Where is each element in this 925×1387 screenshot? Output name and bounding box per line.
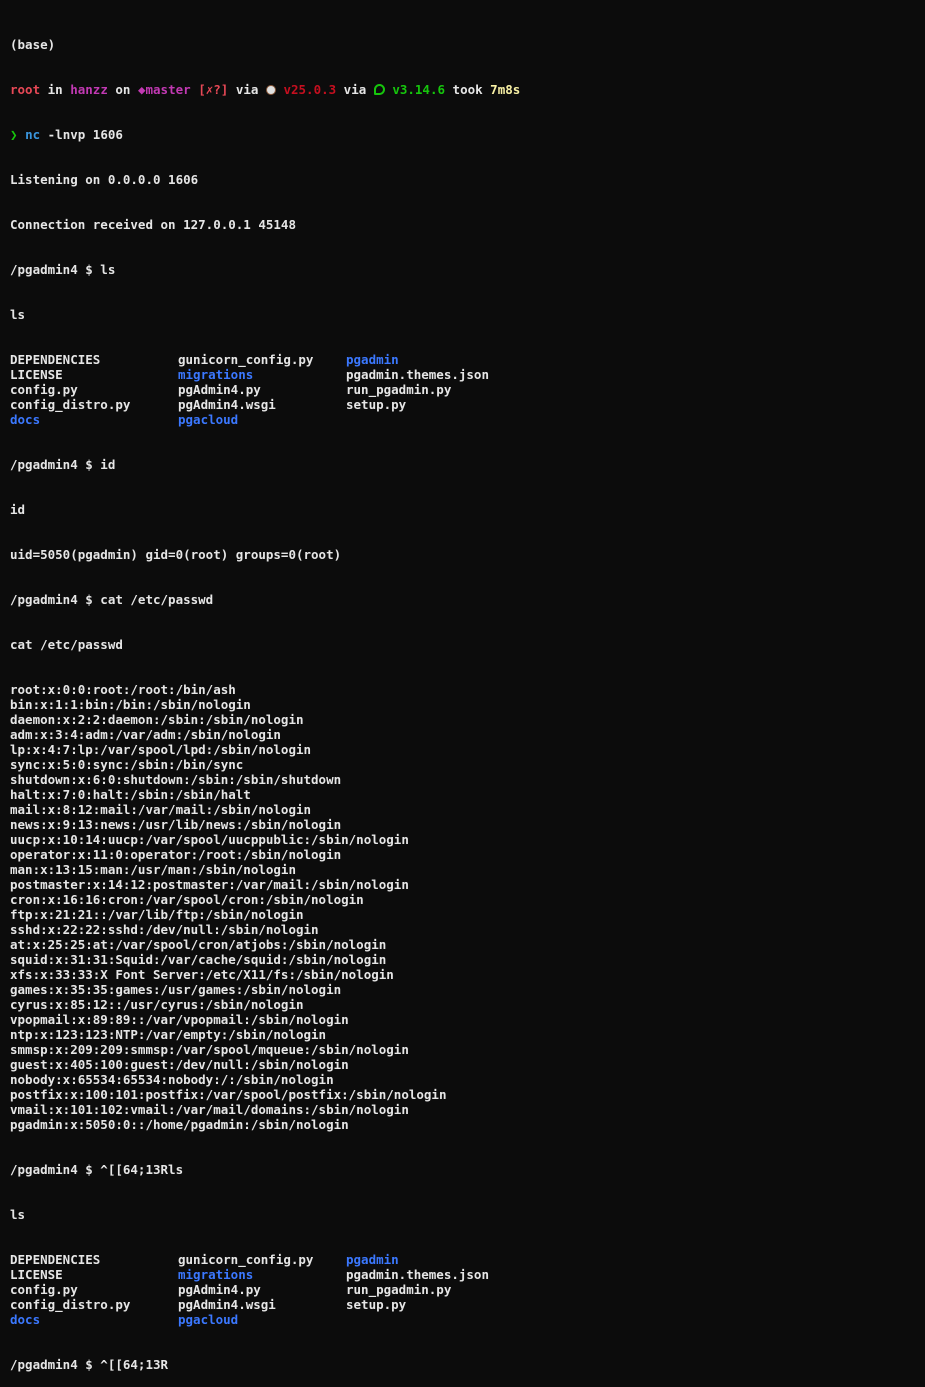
file-entry: [346, 1312, 514, 1327]
passwd-line: xfs:x:33:33:X Font Server:/etc/X11/fs:/s…: [10, 967, 394, 982]
command-line: ❯ nc -lnvp 1606: [10, 127, 915, 142]
file-entry: config_distro.py: [10, 1297, 131, 1312]
passwd-line: lp:x:4:7:lp:/var/spool/lpd:/sbin/nologin: [10, 742, 312, 757]
passwd-line: cyrus:x:85:12::/usr/cyrus:/sbin/nologin: [10, 997, 304, 1012]
passwd-line: root:x:0:0:root:/root:/bin/ash: [10, 682, 236, 697]
vue-version: v3.14.6: [392, 82, 446, 97]
passwd-line: vpopmail:x:89:89::/var/vpopmail:/sbin/no…: [10, 1012, 349, 1027]
id-output: uid=5050(pgadmin) gid=0(root) groups=0(r…: [10, 547, 342, 562]
passwd-line: squid:x:31:31:Squid:/var/cache/squid:/sb…: [10, 952, 387, 967]
directory-entry: pgacloud: [178, 1312, 239, 1327]
file-entry: LICENSE: [10, 1267, 63, 1282]
ls-listing-1: DEPENDENCIES gunicorn_config.py pgadmin LIC…: [10, 352, 915, 427]
passwd-line: at:x:25:25:at:/var/spool/cron/atjobs:/sb…: [10, 937, 387, 952]
coffee-icon: [265, 85, 276, 95]
file-entry: pgAdmin4.py: [178, 382, 261, 397]
passwd-line: news:x:9:13:news:/usr/lib/news:/sbin/nol…: [10, 817, 342, 832]
file-entry: DEPENDENCIES: [10, 352, 101, 367]
directory-entry: migrations: [178, 367, 254, 382]
command-args: -lnvp 1606: [40, 127, 123, 142]
passwd-line: postmaster:x:14:12:postmaster:/var/mail:…: [10, 877, 409, 892]
directory-entry: pgadmin: [346, 1252, 399, 1267]
file-entry: pgadmin.themes.json: [346, 367, 489, 382]
prompt-via-text-2: via: [336, 82, 374, 97]
git-status: [✗?]: [198, 82, 229, 97]
passwd-line: games:x:35:35:games:/usr/games:/sbin/nol…: [10, 982, 342, 997]
prompt-via-text-1: via: [228, 82, 266, 97]
file-entry: [346, 412, 514, 427]
file-entry: config.py: [10, 1282, 78, 1297]
git-branch-name: master: [145, 82, 191, 97]
passwd-line: ntp:x:123:123:NTP:/var/empty:/sbin/nolog…: [10, 1027, 327, 1042]
file-entry: gunicorn_config.py: [178, 1252, 314, 1267]
passwd-line: mail:x:8:12:mail:/var/mail:/sbin/nologin: [10, 802, 312, 817]
file-entry: gunicorn_config.py: [178, 352, 314, 367]
remote-prompt-ls: /pgadmin4 $ ls: [10, 262, 116, 277]
shell-prompt-header: root in hanzz on ◆master [✗?] via v25.0.…: [10, 82, 915, 97]
runtime-version: v25.0.3: [283, 82, 337, 97]
passwd-line: sshd:x:22:22:sshd:/dev/null:/sbin/nologi…: [10, 922, 319, 937]
command-name: nc: [25, 127, 41, 142]
file-entry: pgAdmin4.py: [178, 1282, 261, 1297]
file-entry: pgAdmin4.wsgi: [178, 397, 276, 412]
directory-entry: docs: [10, 1312, 41, 1327]
remote-prompt-cat: /pgadmin4 $ cat /etc/passwd: [10, 592, 214, 607]
command-duration: 7m8s: [490, 82, 521, 97]
passwd-line: nobody:x:65534:65534:nobody:/:/sbin/nolo…: [10, 1072, 334, 1087]
passwd-line: uucp:x:10:14:uucp:/var/spool/uucppublic:…: [10, 832, 409, 847]
prompt-user: root: [10, 82, 41, 97]
directory-entry: pgacloud: [178, 412, 239, 427]
remote-prompt-final[interactable]: /pgadmin4 $ ^[[64;13R: [10, 1357, 915, 1372]
conda-env-label: (base): [10, 37, 56, 52]
passwd-line: man:x:13:15:man:/usr/man:/sbin/nologin: [10, 862, 296, 877]
passwd-line: sync:x:5:0:sync:/sbin:/bin/sync: [10, 757, 244, 772]
file-entry: setup.py: [346, 397, 407, 412]
file-entry: run_pgadmin.py: [346, 382, 452, 397]
prompt-arrow-icon: ❯: [10, 127, 18, 142]
command-echo-id: id: [10, 502, 26, 517]
git-branch-icon: ◆: [137, 82, 146, 97]
command-echo-ls: ls: [10, 307, 26, 322]
file-entry: LICENSE: [10, 367, 63, 382]
file-entry: setup.py: [346, 1297, 407, 1312]
prompt-took-text: took: [445, 82, 491, 97]
ls-listing-2: DEPENDENCIES gunicorn_config.py pgadmin LIC…: [10, 1252, 915, 1327]
vue-icon: [373, 84, 385, 95]
passwd-line: cron:x:16:16:cron:/var/spool/cron:/sbin/…: [10, 892, 364, 907]
file-entry: pgadmin.themes.json: [346, 1267, 489, 1282]
passwd-line: adm:x:3:4:adm:/var/adm:/sbin/nologin: [10, 727, 281, 742]
command-echo-ls-2: ls: [10, 1207, 26, 1222]
prompt-host: hanzz: [70, 82, 108, 97]
directory-entry: migrations: [178, 1267, 254, 1282]
file-entry: run_pgadmin.py: [346, 1282, 452, 1297]
passwd-line: daemon:x:2:2:daemon:/sbin:/sbin/nologin: [10, 712, 304, 727]
terminal-window[interactable]: (base) root in hanzz on ◆master [✗?] via…: [0, 0, 925, 1372]
file-entry: config.py: [10, 382, 78, 397]
passwd-line: halt:x:7:0:halt:/sbin:/sbin/halt: [10, 787, 251, 802]
passwd-line: bin:x:1:1:bin:/bin:/sbin/nologin: [10, 697, 251, 712]
file-entry: config_distro.py: [10, 397, 131, 412]
prompt-in-text: in: [40, 82, 71, 97]
directory-entry: pgadmin: [346, 352, 399, 367]
passwd-line: guest:x:405:100:guest:/dev/null:/sbin/no…: [10, 1057, 349, 1072]
prompt-on-text: on: [107, 82, 138, 97]
listening-message: Listening on 0.0.0.0 1606: [10, 172, 199, 187]
directory-entry: docs: [10, 412, 41, 427]
command-echo-cat: cat /etc/passwd: [10, 637, 123, 652]
file-entry: pgAdmin4.wsgi: [178, 1297, 276, 1312]
passwd-line: vmail:x:101:102:vmail:/var/mail/domains:…: [10, 1102, 409, 1117]
passwd-line: shutdown:x:6:0:shutdown:/sbin:/sbin/shut…: [10, 772, 342, 787]
passwd-line: operator:x:11:0:operator:/root:/sbin/nol…: [10, 847, 342, 862]
passwd-line: pgadmin:x:5050:0::/home/pgadmin:/sbin/no…: [10, 1117, 349, 1132]
remote-prompt-id: /pgadmin4 $ id: [10, 457, 116, 472]
passwd-output: root:x:0:0:root:/root:/bin/ash bin:x:1:1:…: [10, 682, 915, 1132]
file-entry: DEPENDENCIES: [10, 1252, 101, 1267]
remote-prompt-ls-2: /pgadmin4 $ ^[[64;13Rls: [10, 1162, 184, 1177]
passwd-line: postfix:x:100:101:postfix:/var/spool/pos…: [10, 1087, 447, 1102]
passwd-line: smmsp:x:209:209:smmsp:/var/spool/mqueue:…: [10, 1042, 409, 1057]
connection-message: Connection received on 127.0.0.1 45148: [10, 217, 296, 232]
passwd-line: ftp:x:21:21::/var/lib/ftp:/sbin/nologin: [10, 907, 304, 922]
